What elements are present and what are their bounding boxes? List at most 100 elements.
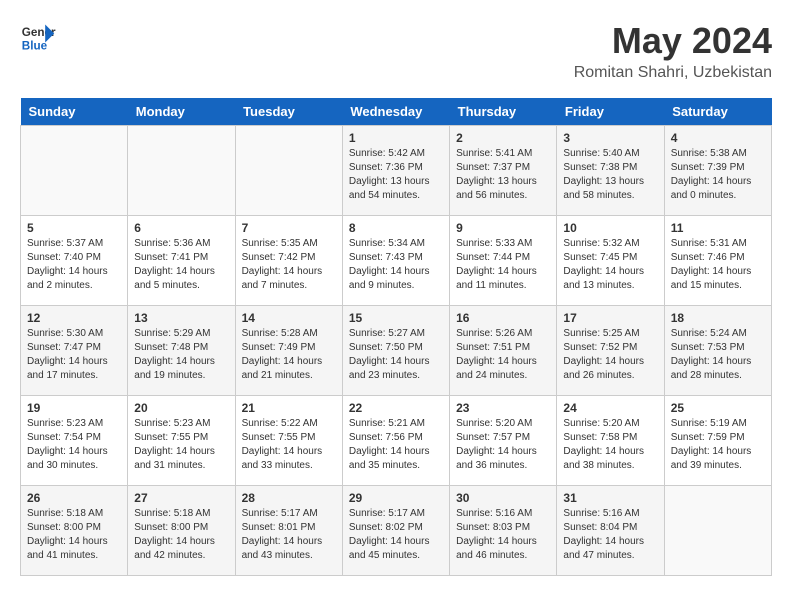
calendar-table: SundayMondayTuesdayWednesdayThursdayFrid…: [20, 98, 772, 576]
day-info: Sunrise: 5:19 AM Sunset: 7:59 PM Dayligh…: [671, 417, 765, 473]
day-number: 19: [27, 401, 121, 415]
day-info: Sunrise: 5:18 AM Sunset: 8:00 PM Dayligh…: [134, 507, 228, 563]
day-info: Sunrise: 5:38 AM Sunset: 7:39 PM Dayligh…: [671, 147, 765, 203]
day-number: 14: [242, 311, 336, 325]
day-info: Sunrise: 5:28 AM Sunset: 7:49 PM Dayligh…: [242, 327, 336, 383]
day-number: 27: [134, 491, 228, 505]
day-number: 16: [456, 311, 550, 325]
day-number: 1: [349, 131, 443, 145]
day-cell-14: 14 Sunrise: 5:28 AM Sunset: 7:49 PM Dayli…: [235, 306, 342, 396]
day-cell-12: 12Sunrise: 5:30 AM Sunset: 7:47 PM Dayli…: [21, 306, 128, 396]
week-row-4: 19Sunrise: 5:23 AM Sunset: 7:54 PM Dayli…: [21, 396, 772, 486]
day-number: 4: [671, 131, 765, 145]
day-info: Sunrise: 5:30 AM Sunset: 7:47 PM Dayligh…: [27, 327, 121, 383]
day-info: Sunrise: 5:29 AM Sunset: 7:48 PM Dayligh…: [134, 327, 228, 383]
day-number: 13: [134, 311, 228, 325]
day-info: Sunrise: 5:18 AM Sunset: 8:00 PM Dayligh…: [27, 507, 121, 563]
day-cell-1: 1 Sunrise: 5:42 AM Sunset: 7:36 PM Daylig…: [342, 126, 449, 216]
day-cell-28: 28 Sunrise: 5:17 AM Sunset: 8:01 PM Dayli…: [235, 486, 342, 576]
day-info: Sunrise: 5:22 AM Sunset: 7:55 PM Dayligh…: [242, 417, 336, 473]
day-info: Sunrise: 5:17 AM Sunset: 8:01 PM Dayligh…: [242, 507, 336, 563]
empty-cell: [128, 126, 235, 216]
day-number: 31: [563, 491, 657, 505]
day-info: Sunrise: 5:40 AM Sunset: 7:38 PM Dayligh…: [563, 147, 657, 203]
day-cell-3: 3 Sunrise: 5:40 AM Sunset: 7:38 PM Daylig…: [557, 126, 664, 216]
day-cell-17: 17 Sunrise: 5:25 AM Sunset: 7:52 PM Dayli…: [557, 306, 664, 396]
day-info: Sunrise: 5:16 AM Sunset: 8:04 PM Dayligh…: [563, 507, 657, 563]
day-info: Sunrise: 5:32 AM Sunset: 7:45 PM Dayligh…: [563, 237, 657, 293]
logo: General Blue: [20, 20, 56, 56]
empty-cell: [21, 126, 128, 216]
day-info: Sunrise: 5:16 AM Sunset: 8:03 PM Dayligh…: [456, 507, 550, 563]
day-info: Sunrise: 5:23 AM Sunset: 7:55 PM Dayligh…: [134, 417, 228, 473]
day-cell-29: 29 Sunrise: 5:17 AM Sunset: 8:02 PM Dayli…: [342, 486, 449, 576]
title-section: May 2024 Romitan Shahri, Uzbekistan: [574, 20, 772, 82]
day-info: Sunrise: 5:17 AM Sunset: 8:02 PM Dayligh…: [349, 507, 443, 563]
day-cell-5: 5Sunrise: 5:37 AM Sunset: 7:40 PM Daylig…: [21, 216, 128, 306]
day-cell-21: 21 Sunrise: 5:22 AM Sunset: 7:55 PM Dayli…: [235, 396, 342, 486]
header-day-saturday: Saturday: [664, 98, 771, 126]
day-number: 9: [456, 221, 550, 235]
day-info: Sunrise: 5:42 AM Sunset: 7:36 PM Dayligh…: [349, 147, 443, 203]
day-cell-31: 31 Sunrise: 5:16 AM Sunset: 8:04 PM Dayli…: [557, 486, 664, 576]
header-day-wednesday: Wednesday: [342, 98, 449, 126]
header-row: SundayMondayTuesdayWednesdayThursdayFrid…: [21, 98, 772, 126]
day-number: 25: [671, 401, 765, 415]
day-cell-30: 30Sunrise: 5:16 AM Sunset: 8:03 PM Dayli…: [450, 486, 557, 576]
day-info: Sunrise: 5:26 AM Sunset: 7:51 PM Dayligh…: [456, 327, 550, 383]
day-cell-13: 13 Sunrise: 5:29 AM Sunset: 7:48 PM Dayli…: [128, 306, 235, 396]
day-number: 8: [349, 221, 443, 235]
day-info: Sunrise: 5:20 AM Sunset: 7:58 PM Dayligh…: [563, 417, 657, 473]
week-row-3: 12Sunrise: 5:30 AM Sunset: 7:47 PM Dayli…: [21, 306, 772, 396]
day-cell-23: 23Sunrise: 5:20 AM Sunset: 7:57 PM Dayli…: [450, 396, 557, 486]
day-number: 15: [349, 311, 443, 325]
day-info: Sunrise: 5:34 AM Sunset: 7:43 PM Dayligh…: [349, 237, 443, 293]
day-number: 18: [671, 311, 765, 325]
day-info: Sunrise: 5:35 AM Sunset: 7:42 PM Dayligh…: [242, 237, 336, 293]
calendar-header: SundayMondayTuesdayWednesdayThursdayFrid…: [21, 98, 772, 126]
empty-cell: [235, 126, 342, 216]
day-cell-2: 2Sunrise: 5:41 AM Sunset: 7:37 PM Daylig…: [450, 126, 557, 216]
day-number: 21: [242, 401, 336, 415]
day-cell-15: 15 Sunrise: 5:27 AM Sunset: 7:50 PM Dayli…: [342, 306, 449, 396]
day-cell-19: 19Sunrise: 5:23 AM Sunset: 7:54 PM Dayli…: [21, 396, 128, 486]
day-cell-20: 20 Sunrise: 5:23 AM Sunset: 7:55 PM Dayli…: [128, 396, 235, 486]
day-number: 26: [27, 491, 121, 505]
header-day-monday: Monday: [128, 98, 235, 126]
day-number: 3: [563, 131, 657, 145]
day-number: 23: [456, 401, 550, 415]
day-info: Sunrise: 5:41 AM Sunset: 7:37 PM Dayligh…: [456, 147, 550, 203]
day-number: 24: [563, 401, 657, 415]
svg-text:Blue: Blue: [22, 40, 48, 53]
day-cell-11: 11 Sunrise: 5:31 AM Sunset: 7:46 PM Dayli…: [664, 216, 771, 306]
location-title: Romitan Shahri, Uzbekistan: [574, 64, 772, 82]
day-number: 20: [134, 401, 228, 415]
day-number: 28: [242, 491, 336, 505]
day-info: Sunrise: 5:36 AM Sunset: 7:41 PM Dayligh…: [134, 237, 228, 293]
day-info: Sunrise: 5:25 AM Sunset: 7:52 PM Dayligh…: [563, 327, 657, 383]
day-number: 29: [349, 491, 443, 505]
header-day-tuesday: Tuesday: [235, 98, 342, 126]
page-header: General Blue May 2024 Romitan Shahri, Uz…: [20, 20, 772, 82]
day-cell-7: 7 Sunrise: 5:35 AM Sunset: 7:42 PM Daylig…: [235, 216, 342, 306]
day-cell-10: 10 Sunrise: 5:32 AM Sunset: 7:45 PM Dayli…: [557, 216, 664, 306]
day-number: 11: [671, 221, 765, 235]
day-number: 17: [563, 311, 657, 325]
week-row-2: 5Sunrise: 5:37 AM Sunset: 7:40 PM Daylig…: [21, 216, 772, 306]
day-cell-25: 25 Sunrise: 5:19 AM Sunset: 7:59 PM Dayli…: [664, 396, 771, 486]
week-row-1: 1 Sunrise: 5:42 AM Sunset: 7:36 PM Daylig…: [21, 126, 772, 216]
day-cell-24: 24 Sunrise: 5:20 AM Sunset: 7:58 PM Dayli…: [557, 396, 664, 486]
day-info: Sunrise: 5:27 AM Sunset: 7:50 PM Dayligh…: [349, 327, 443, 383]
day-cell-16: 16 Sunrise: 5:26 AM Sunset: 7:51 PM Dayli…: [450, 306, 557, 396]
day-number: 7: [242, 221, 336, 235]
day-cell-27: 27 Sunrise: 5:18 AM Sunset: 8:00 PM Dayli…: [128, 486, 235, 576]
day-cell-26: 26 Sunrise: 5:18 AM Sunset: 8:00 PM Dayli…: [21, 486, 128, 576]
day-info: Sunrise: 5:31 AM Sunset: 7:46 PM Dayligh…: [671, 237, 765, 293]
header-day-sunday: Sunday: [21, 98, 128, 126]
day-cell-8: 8 Sunrise: 5:34 AM Sunset: 7:43 PM Daylig…: [342, 216, 449, 306]
day-info: Sunrise: 5:24 AM Sunset: 7:53 PM Dayligh…: [671, 327, 765, 383]
day-cell-18: 18 Sunrise: 5:24 AM Sunset: 7:53 PM Dayli…: [664, 306, 771, 396]
header-day-friday: Friday: [557, 98, 664, 126]
day-cell-22: 22Sunrise: 5:21 AM Sunset: 7:56 PM Dayli…: [342, 396, 449, 486]
day-number: 10: [563, 221, 657, 235]
